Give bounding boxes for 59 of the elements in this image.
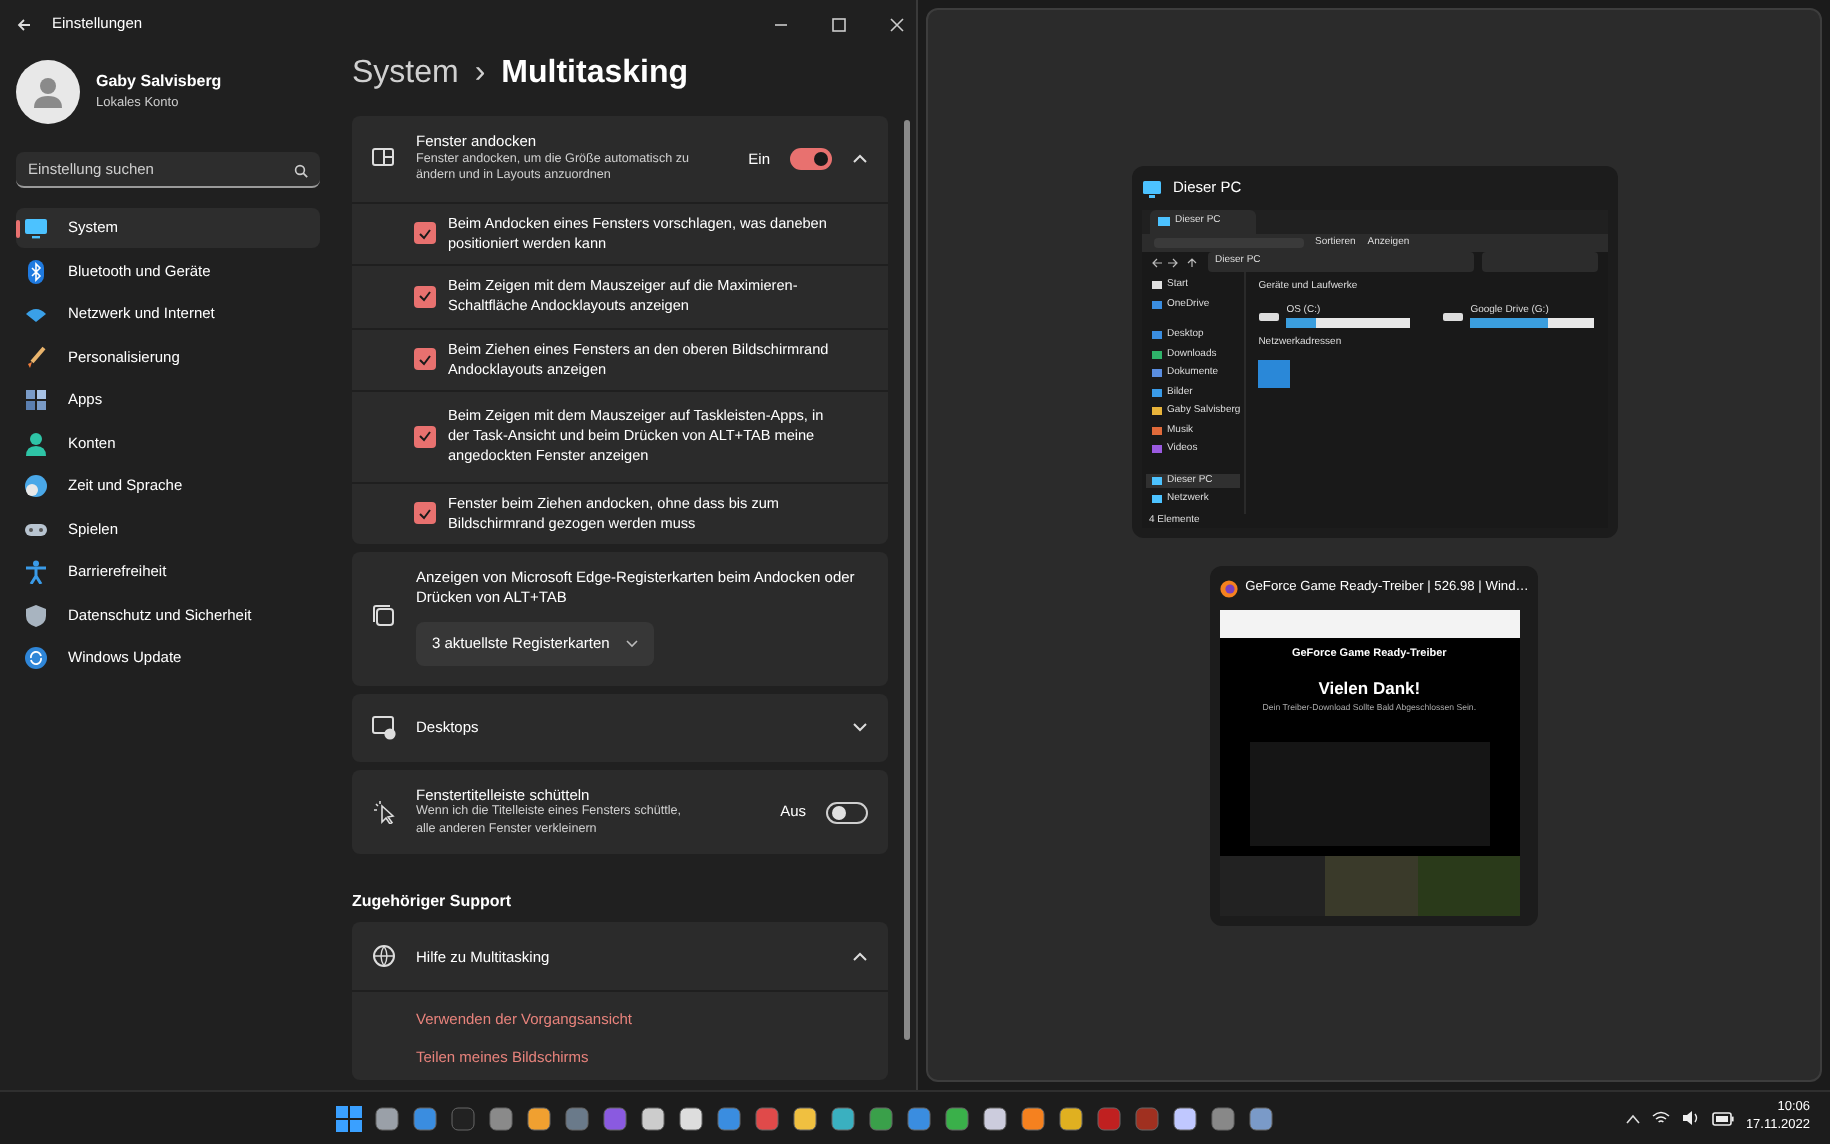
page-title: Multitasking [501,54,689,94]
globe-help-icon [372,944,396,969]
chevron-down-icon [625,640,638,649]
volume-icon[interactable] [1681,1110,1700,1126]
person-silhouette-icon [30,74,66,110]
wifi-icon[interactable] [1651,1110,1670,1126]
breadcrumb-link[interactable]: System [352,50,459,98]
chevron-up-icon[interactable] [852,950,868,963]
account-name: Gaby Salvisberg [96,70,222,95]
window-thumbnail[interactable] [1131,166,1617,538]
shield-icon [24,603,48,627]
search-icon [294,163,308,177]
app-icon[interactable] [526,1105,552,1131]
bluetooth-icon [24,259,48,283]
checkbox[interactable] [414,285,436,308]
app-icon[interactable] [640,1105,666,1131]
pointer-shake-icon [372,800,396,825]
toggle-switch[interactable] [826,801,868,824]
close-icon[interactable] [890,17,904,31]
app-icon[interactable] [830,1105,856,1131]
apps-grid-icon [24,388,48,412]
app-icon[interactable] [792,1105,818,1131]
brush-icon [24,345,48,369]
drive-icon [1442,307,1465,324]
toggle-switch[interactable] [790,147,832,170]
chevron-up-icon[interactable] [852,152,868,165]
section-heading: Zugehöriger Support [352,890,514,915]
nav-arrows-icon [1151,257,1199,267]
browser-logo-icon [1219,579,1238,597]
app-icon[interactable] [1058,1105,1084,1131]
stacked-windows-icon [372,604,396,629]
app-icon[interactable] [944,1105,970,1131]
app-icon[interactable] [374,1105,400,1131]
checkbox[interactable] [414,425,436,448]
network-device-icon [1258,359,1291,387]
app-icon[interactable] [1172,1105,1198,1131]
desktop-add-icon [372,715,396,740]
app-icon[interactable] [1248,1105,1274,1131]
checkbox[interactable] [414,222,436,245]
chevron-up-icon[interactable] [1625,1113,1640,1123]
globe-clock-icon [24,474,48,498]
thank-you-heading: Vielen Dank! [1318,675,1421,702]
drive-icon [1258,307,1281,324]
refresh-icon [24,646,48,670]
maximize-icon[interactable] [832,17,846,31]
chevron-down-icon[interactable] [852,721,868,734]
breadcrumb-separator: › [474,54,486,94]
app-icon[interactable] [868,1105,894,1131]
battery-icon[interactable] [1711,1111,1734,1125]
app-icon[interactable] [678,1105,704,1131]
checkbox[interactable] [414,348,436,371]
accessibility-icon [24,560,48,584]
app-icon[interactable] [982,1105,1008,1131]
person-icon [24,431,48,455]
app-icon[interactable] [1020,1105,1046,1131]
checkbox[interactable] [414,502,436,525]
back-arrow-icon[interactable] [16,17,32,31]
snap-window-icon [372,146,396,171]
start-logo-icon[interactable] [336,1105,362,1131]
